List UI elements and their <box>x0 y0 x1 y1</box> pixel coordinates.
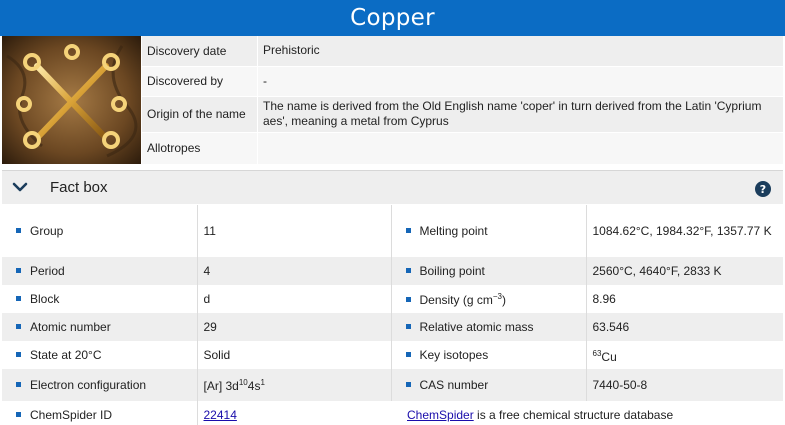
chevron-down-icon[interactable] <box>12 181 28 193</box>
bullet-icon <box>16 352 21 358</box>
fact-value: 7440-50-8 <box>586 369 783 401</box>
fact-value: 11 <box>197 205 392 257</box>
info-row-allotropes: Allotropes <box>141 132 783 165</box>
fact-label: Block <box>30 292 60 306</box>
info-label: Discovered by <box>141 66 258 97</box>
fact-label: Melting point <box>419 224 488 238</box>
chemspider-note-text: is a free chemical structure database <box>473 408 674 422</box>
fact-label: Density (g cm−3) <box>419 291 506 307</box>
chemspider-id-link[interactable]: 22414 <box>204 408 237 422</box>
bullet-icon <box>16 382 21 388</box>
help-icon[interactable]: ? <box>755 181 771 197</box>
fact-value: 4 <box>197 257 392 285</box>
info-row-discovered-by: Discovered by - <box>141 66 783 97</box>
factbox-header[interactable]: Fact box ? <box>2 170 783 204</box>
bullet-icon <box>405 324 411 330</box>
bullet-icon <box>405 382 411 388</box>
fact-value: d <box>197 285 392 313</box>
fact-label: ChemSpider ID <box>30 408 113 422</box>
info-label: Allotropes <box>141 132 258 165</box>
table-row: Period 4 Boiling point 2560°C, 4640°F, 2… <box>2 257 783 285</box>
bullet-icon <box>405 228 411 234</box>
fact-label: Boiling point <box>419 264 485 278</box>
info-row-discovery-date: Discovery date Prehistoric <box>141 36 783 67</box>
bullet-icon <box>405 268 411 274</box>
table-row: Block d Density (g cm−3) 8.96 <box>2 285 783 313</box>
fact-value: 2560°C, 4640°F, 2833 K <box>586 257 783 285</box>
bullet-icon <box>16 324 21 330</box>
alchemical-copper-symbol-icon <box>2 36 141 164</box>
discovery-info-table: Discovery date Prehistoric Discovered by… <box>141 36 783 165</box>
fact-label: Relative atomic mass <box>419 320 534 334</box>
info-value: - <box>257 66 783 97</box>
fact-label: CAS number <box>419 378 489 392</box>
fact-value: 1084.62°C, 1984.32°F, 1357.77 K <box>586 205 783 257</box>
fact-value: 63Cu <box>586 341 783 369</box>
table-row: Electron configuration [Ar] 3d104s1 CAS … <box>2 369 783 401</box>
chemspider-link[interactable]: ChemSpider <box>407 408 474 422</box>
bullet-icon <box>405 296 411 302</box>
table-row: Group 11 Melting point 1084.62°C, 1984.3… <box>2 205 783 257</box>
fact-label: Key isotopes <box>419 348 489 362</box>
info-label: Origin of the name <box>141 96 258 133</box>
table-row: ChemSpider ID 22414 ChemSpider is a free… <box>2 401 783 425</box>
fact-value: Solid <box>197 341 392 369</box>
info-row-origin-of-name: Origin of the name The name is derived f… <box>141 96 783 133</box>
fact-value: 63.546 <box>586 313 783 341</box>
fact-label: Electron configuration <box>30 378 147 392</box>
fact-label: Atomic number <box>30 320 111 334</box>
info-label: Discovery date <box>141 36 258 67</box>
bullet-icon <box>16 228 21 234</box>
fact-box-table: Group 11 Melting point 1084.62°C, 1984.3… <box>2 205 783 425</box>
fact-label: Period <box>30 264 65 278</box>
bullet-icon <box>16 268 21 274</box>
bullet-icon <box>405 352 411 358</box>
element-title: Copper <box>0 0 785 36</box>
chemspider-note: ChemSpider is a free chemical structure … <box>391 401 783 425</box>
bullet-icon <box>16 412 21 418</box>
table-row: State at 20°C Solid Key isotopes 63Cu <box>2 341 783 369</box>
fact-label: State at 20°C <box>30 348 102 362</box>
info-value: The name is derived from the Old English… <box>257 96 783 133</box>
table-row: Atomic number 29 Relative atomic mass 63… <box>2 313 783 341</box>
fact-label: Group <box>30 224 64 238</box>
factbox-title: Fact box <box>50 179 108 196</box>
info-value <box>257 132 783 165</box>
fact-value: 8.96 <box>586 285 783 313</box>
fact-value: [Ar] 3d104s1 <box>197 369 392 401</box>
fact-value: 29 <box>197 313 392 341</box>
bullet-icon <box>16 296 21 302</box>
info-value: Prehistoric <box>257 36 783 67</box>
